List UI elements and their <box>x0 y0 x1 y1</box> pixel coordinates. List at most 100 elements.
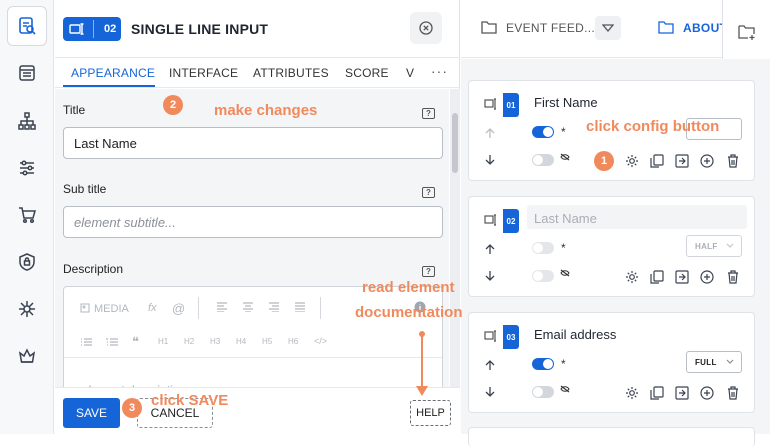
numbered-list-icon[interactable] <box>106 337 118 347</box>
trash-icon[interactable] <box>726 386 740 400</box>
width-select[interactable]: HALF <box>686 235 742 257</box>
move-down-icon[interactable] <box>483 153 497 167</box>
folder-icon <box>481 20 497 34</box>
scrollbar-thumb[interactable] <box>452 113 458 173</box>
help-icon[interactable]: ? <box>422 266 435 277</box>
hierarchy-icon[interactable] <box>7 101 47 141</box>
mention-button[interactable]: @ <box>172 301 185 316</box>
config-icon[interactable] <box>625 270 639 284</box>
align-center-icon[interactable] <box>242 302 254 312</box>
move-down-icon[interactable] <box>483 385 497 399</box>
copy-icon[interactable] <box>650 270 664 284</box>
single-line-input-icon <box>484 330 498 342</box>
editor-footer: SAVE CANCEL HELP <box>55 387 460 434</box>
copy-icon[interactable] <box>650 386 664 400</box>
subtitle-field[interactable]: element subtitle... <box>63 206 443 238</box>
align-left-icon[interactable] <box>216 302 228 312</box>
tab-score[interactable]: SCORE <box>345 66 389 80</box>
copy-icon[interactable] <box>650 154 664 168</box>
tab-attributes[interactable]: ATTRIBUTES <box>253 66 329 80</box>
form-canvas: 01 First Name * 02 Last Name * HALF 03 E… <box>461 59 770 447</box>
media-button[interactable]: MEDIA <box>94 303 129 315</box>
heading-3-button[interactable]: H3 <box>210 337 220 346</box>
visibility-toggle[interactable] <box>532 154 554 166</box>
description-editor[interactable]: MEDIA fx @ ❝ H1 H2 H3 H4 H5 H6 </> <box>63 286 443 396</box>
trash-icon[interactable] <box>726 270 740 284</box>
left-rail <box>0 0 54 434</box>
cart-icon[interactable] <box>7 195 47 235</box>
required-toggle[interactable] <box>532 358 554 370</box>
eye-off-icon <box>560 269 570 277</box>
save-button[interactable]: SAVE <box>63 398 120 428</box>
bullet-list-icon[interactable] <box>80 337 92 347</box>
required-toggle[interactable] <box>532 126 554 138</box>
title-label: Title <box>63 103 86 117</box>
chevron-down-icon <box>725 357 735 367</box>
heading-5-button[interactable]: H5 <box>262 337 272 346</box>
config-icon[interactable] <box>625 386 639 400</box>
move-to-icon[interactable] <box>675 386 689 400</box>
media-icon[interactable] <box>80 303 90 313</box>
list-panel-icon[interactable] <box>7 53 47 93</box>
move-up-icon[interactable] <box>483 242 497 256</box>
breadcrumb-event-feed[interactable]: EVENT FEED... <box>506 21 595 35</box>
move-up-icon[interactable] <box>483 358 497 372</box>
documentation-annotation-line-2: documentation <box>355 304 463 321</box>
required-toggle[interactable] <box>532 242 554 254</box>
element-title: Last Name <box>534 211 597 226</box>
heading-6-button[interactable]: H6 <box>288 337 298 346</box>
code-button[interactable]: </> <box>314 336 327 346</box>
appearance-form: Title ? Last Name Sub title ? element su… <box>55 89 449 396</box>
formula-button[interactable]: fx <box>148 302 157 314</box>
move-up-icon[interactable] <box>483 126 497 140</box>
subtitle-label: Sub title <box>63 182 107 196</box>
width-select[interactable]: FULL <box>686 351 742 373</box>
chevron-down-icon <box>725 241 735 251</box>
add-icon[interactable] <box>700 386 714 400</box>
sliders-icon[interactable] <box>7 148 47 188</box>
integration-icon[interactable] <box>7 289 47 329</box>
align-justify-icon[interactable] <box>294 302 306 312</box>
visibility-toggle[interactable] <box>532 386 554 398</box>
heading-4-button[interactable]: H4 <box>236 337 246 346</box>
heading-1-button[interactable]: H1 <box>158 337 168 346</box>
element-type-badge: 01 <box>481 93 519 117</box>
eye-off-icon <box>560 385 570 393</box>
shield-lock-icon[interactable] <box>7 242 47 282</box>
title-field[interactable]: Last Name <box>63 127 443 159</box>
form-builder-icon[interactable] <box>7 6 47 46</box>
add-icon[interactable] <box>700 270 714 284</box>
tab-truncated[interactable]: V <box>406 66 414 80</box>
step-3-marker: 3 <box>122 398 142 418</box>
breadcrumb-about[interactable]: ABOUT <box>683 21 727 35</box>
single-line-input-icon <box>484 214 498 226</box>
element-card[interactable] <box>468 427 755 447</box>
help-button[interactable]: HELP <box>410 400 451 426</box>
visibility-toggle[interactable] <box>532 270 554 282</box>
add-icon[interactable] <box>700 154 714 168</box>
heading-2-button[interactable]: H2 <box>184 337 194 346</box>
help-icon[interactable]: ? <box>422 108 435 119</box>
tab-interface[interactable]: INTERFACE <box>169 66 238 80</box>
help-icon[interactable]: ? <box>422 187 435 198</box>
config-icon[interactable] <box>625 154 639 168</box>
breadcrumb: EVENT FEED... ABOUT <box>461 0 770 64</box>
breadcrumb-dropdown[interactable] <box>595 16 621 40</box>
move-down-icon[interactable] <box>483 269 497 283</box>
move-to-icon[interactable] <box>675 154 689 168</box>
quote-button[interactable]: ❝ <box>132 334 139 350</box>
element-card[interactable]: 03 Email address * FULL <box>468 312 755 413</box>
element-type-badge: 02 <box>63 17 121 41</box>
more-tabs-button[interactable]: ··· <box>431 63 448 79</box>
move-to-icon[interactable] <box>675 270 689 284</box>
close-button[interactable] <box>410 12 442 44</box>
element-card[interactable]: 02 Last Name * HALF <box>468 196 755 297</box>
element-type-badge: 02 <box>481 209 519 233</box>
form-scrollbar[interactable] <box>450 89 460 387</box>
tab-appearance[interactable]: APPEARANCE <box>71 66 155 80</box>
add-folder-button[interactable] <box>722 0 770 64</box>
align-right-icon[interactable] <box>268 302 280 312</box>
trash-icon[interactable] <box>726 154 740 168</box>
eye-off-icon <box>560 153 570 161</box>
crown-icon[interactable] <box>7 336 47 376</box>
